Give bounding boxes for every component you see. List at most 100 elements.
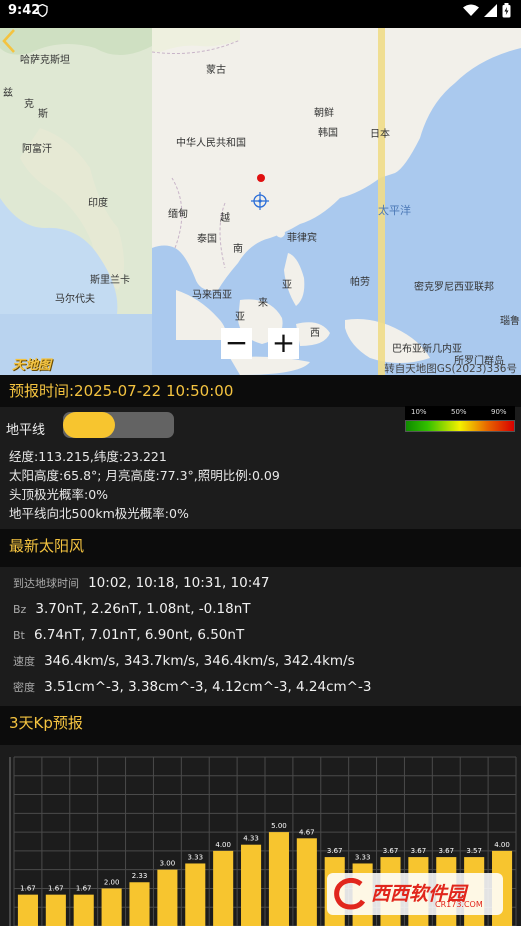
density-row: 密度 3.51cm^-3, 3.38cm^-3, 4.12cm^-3, 4.24… bbox=[13, 676, 371, 695]
map-label: 印度 bbox=[88, 198, 108, 209]
toggle-knob bbox=[63, 412, 115, 438]
map-label: 密克罗尼西亚联邦 bbox=[414, 282, 494, 293]
map-label: 兹 bbox=[3, 88, 13, 99]
row-value: 10:02, 10:18, 10:31, 10:47 bbox=[88, 575, 270, 591]
map-label: 日本 bbox=[370, 129, 390, 140]
kp-bar-label: 4.33 bbox=[243, 835, 259, 843]
horizon-aurora-text: 地平线向北500km极光概率:0% bbox=[9, 506, 189, 521]
row-key: Bt bbox=[13, 629, 25, 642]
kp-bar-label: 2.00 bbox=[104, 878, 120, 886]
site-watermark: 西西软件园 CR173.COM bbox=[327, 873, 503, 915]
map-label: 亚 bbox=[235, 312, 245, 323]
kp-bar bbox=[45, 894, 66, 926]
map-label: 马来西亚 bbox=[192, 290, 232, 301]
kp-bar-label: 3.67 bbox=[411, 847, 427, 855]
back-arrow-icon[interactable] bbox=[0, 28, 20, 54]
kp-bar bbox=[101, 888, 122, 926]
kp-title: 3天Kp预报 bbox=[0, 706, 521, 745]
legend-labels: 10% 50% 90% bbox=[405, 406, 515, 420]
map-label: 克 bbox=[24, 99, 34, 110]
status-icons bbox=[463, 3, 511, 18]
speed-row: 速度 346.4km/s, 343.7km/s, 346.4km/s, 342.… bbox=[13, 650, 355, 669]
map-label: 泰国 bbox=[197, 234, 217, 245]
kp-bar-label: 2.33 bbox=[132, 872, 148, 880]
kp-bar-label: 3.67 bbox=[383, 847, 399, 855]
kp-bar-label: 1.67 bbox=[20, 885, 36, 893]
row-key: Bz bbox=[13, 603, 27, 616]
row-value: 3.70nT, 2.26nT, 1.08nt, -0.18nT bbox=[35, 601, 251, 617]
legend-label: 50% bbox=[451, 408, 467, 416]
map-label: 阿富汗 bbox=[22, 144, 52, 155]
horizon-toggle[interactable] bbox=[63, 412, 174, 438]
row-value: 3.51cm^-3, 3.38cm^-3, 4.12cm^-3, 4.24cm^… bbox=[44, 679, 372, 695]
wifi-icon bbox=[463, 4, 479, 16]
kp-bar-label: 5.00 bbox=[271, 822, 287, 830]
legend-label: 90% bbox=[491, 408, 507, 416]
map-canvas bbox=[0, 28, 521, 375]
kp-bar-label: 3.33 bbox=[187, 853, 203, 861]
map-label: 巴布亚新几内亚 bbox=[392, 344, 462, 355]
kp-bar bbox=[73, 894, 94, 926]
kp-bar bbox=[268, 832, 289, 926]
bz-row: Bz 3.70nT, 2.26nT, 1.08nt, -0.18nT bbox=[13, 598, 251, 617]
row-key: 到达地球时间 bbox=[13, 577, 79, 590]
map-label: 南 bbox=[233, 244, 243, 255]
kp-bar bbox=[129, 882, 150, 926]
kp-bar-label: 4.00 bbox=[215, 841, 231, 849]
map-label: 朝鲜 bbox=[314, 108, 334, 119]
bt-row: Bt 6.74nT, 7.01nT, 6.90nt, 6.50nT bbox=[13, 624, 244, 643]
sun-moon-text: 太阳高度:65.8°; 月亮高度:77.3°,照明比例:0.09 bbox=[9, 468, 280, 483]
map-label: 西 bbox=[310, 328, 320, 339]
kp-bar-label: 3.67 bbox=[327, 847, 343, 855]
row-value: 6.74nT, 7.01nT, 6.90nt, 6.50nT bbox=[33, 627, 245, 643]
map-attribution: 转自天地图GS(2023)336号 bbox=[384, 363, 517, 375]
map-label: 斯 bbox=[38, 109, 48, 120]
forecast-title: 预报时间:2025-07-22 10:50:00 bbox=[0, 375, 521, 407]
row-value: 346.4km/s, 343.7km/s, 346.4km/s, 342.4km… bbox=[44, 653, 355, 669]
kp-bar bbox=[17, 894, 38, 926]
kp-bar-label: 4.00 bbox=[494, 841, 510, 849]
map-label: 哈萨克斯坦 bbox=[20, 55, 70, 66]
kp-bar bbox=[185, 863, 206, 926]
kp-bar bbox=[213, 850, 234, 926]
map-label: 韩国 bbox=[318, 128, 338, 139]
map-logo: 天地图 bbox=[12, 358, 52, 373]
shield-icon bbox=[37, 4, 48, 17]
kp-bar bbox=[241, 844, 262, 926]
map-view[interactable]: 哈萨克斯坦 蒙古 中华人民共和国 朝鲜 韩国 日本 阿富汗 印度 缅甸 泰国 越… bbox=[0, 28, 521, 375]
watermark-logo-icon bbox=[334, 878, 366, 910]
battery-icon bbox=[502, 3, 511, 18]
row-key: 速度 bbox=[13, 655, 35, 668]
kp-bar-label: 4.67 bbox=[299, 828, 315, 836]
map-label: 缅甸 bbox=[168, 209, 188, 220]
signal-icon bbox=[484, 4, 497, 17]
horizon-label: 地平线 bbox=[6, 423, 46, 438]
map-label: 来 bbox=[258, 298, 268, 309]
solar-wind-title: 最新太阳风 bbox=[0, 529, 521, 567]
arrival-time-row: 到达地球时间 10:02, 10:18, 10:31, 10:47 bbox=[13, 572, 269, 591]
kp-bar-label: 3.00 bbox=[160, 860, 176, 868]
map-label: 越 bbox=[220, 213, 230, 224]
map-label: 马尔代夫 bbox=[55, 294, 95, 305]
kp-bar bbox=[296, 838, 317, 926]
map-label: 斯里兰卡 bbox=[90, 275, 130, 286]
kp-bar-label: 1.67 bbox=[48, 885, 64, 893]
kp-bar bbox=[157, 869, 178, 926]
status-time: 9:42 bbox=[8, 3, 41, 18]
watermark-sub: CR173.COM bbox=[435, 900, 483, 909]
kp-bar-label: 3.57 bbox=[466, 847, 482, 855]
probability-legend: 10% 50% 90% bbox=[405, 406, 515, 432]
status-bar: 9:42 bbox=[0, 0, 521, 22]
overhead-aurora-text: 头顶极光概率:0% bbox=[9, 487, 109, 502]
map-label: 瑙鲁 bbox=[500, 316, 520, 327]
zoom-in-button[interactable]: + bbox=[268, 328, 299, 359]
zoom-out-button[interactable]: − bbox=[221, 328, 252, 359]
legend-label: 10% bbox=[411, 408, 427, 416]
map-label: 亚 bbox=[282, 280, 292, 291]
map-label: 蒙古 bbox=[206, 65, 226, 76]
map-label: 太平洋 bbox=[378, 204, 411, 217]
row-key: 密度 bbox=[13, 681, 35, 694]
map-label: 帕劳 bbox=[350, 277, 370, 288]
legend-gradient-bar bbox=[405, 420, 515, 432]
coordinates-text: 经度:113.215,纬度:23.221 bbox=[9, 449, 167, 464]
